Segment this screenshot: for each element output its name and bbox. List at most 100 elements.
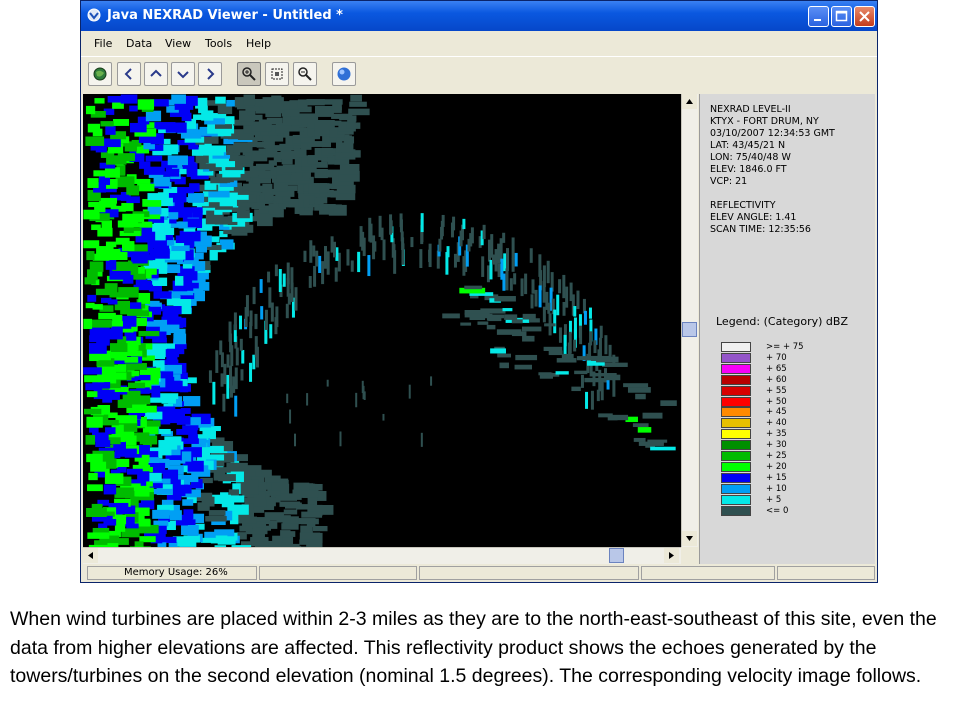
earth-icon	[337, 67, 351, 81]
vertical-scroll-thumb[interactable]	[682, 322, 697, 337]
legend-label: + 45	[766, 407, 787, 418]
legend-title: Legend: (Category) dBZ	[716, 315, 848, 328]
info-line-lat: LAT: 43/45/21 N	[710, 140, 786, 151]
legend-label: >= + 75	[766, 342, 804, 352]
legend-swatch	[721, 407, 751, 418]
status-cell-4	[641, 566, 775, 580]
legend-label: + 5	[766, 494, 782, 505]
arrow-down-icon	[686, 536, 693, 541]
info-line-vcp: VCP: 21	[710, 176, 748, 187]
legend-swatch	[721, 374, 751, 385]
menu-view[interactable]: View	[165, 37, 191, 50]
pan-left-button[interactable]	[117, 62, 141, 86]
globe-button[interactable]	[88, 62, 112, 86]
close-icon	[859, 11, 870, 22]
arrow-right-icon	[669, 552, 674, 559]
zoom-out-button[interactable]	[293, 62, 317, 86]
legend-label: <= 0	[766, 505, 789, 516]
minimize-button[interactable]	[808, 6, 829, 27]
minimize-icon	[814, 19, 821, 21]
legend-label: + 55	[766, 385, 787, 396]
window-title: Java NEXRAD Viewer - Untitled *	[107, 8, 343, 23]
globe-icon	[93, 67, 107, 81]
zoom-in-icon	[242, 67, 256, 81]
info-line-station: KTYX - FORT DRUM, NY	[710, 116, 819, 127]
maximize-button[interactable]	[831, 6, 852, 27]
menu-data[interactable]: Data	[126, 37, 152, 50]
chevron-left-icon	[124, 68, 132, 80]
legend-label: + 50	[766, 396, 787, 407]
legend-swatch	[721, 451, 751, 461]
legend-swatch	[721, 352, 751, 363]
legend-label: + 35	[766, 429, 787, 440]
status-cell-5	[777, 566, 875, 580]
pan-down-button[interactable]	[171, 62, 195, 86]
info-line-elev: ELEV: 1846.0 FT	[710, 164, 787, 175]
legend-swatch	[721, 429, 751, 440]
legend-swatch	[721, 472, 751, 483]
legend-swatch	[721, 505, 751, 516]
legend-label: + 15	[766, 472, 787, 483]
legend-swatch	[721, 342, 751, 352]
status-cell-3	[419, 566, 639, 580]
legend-swatch	[721, 440, 751, 451]
info-line-product: NEXRAD LEVEL-II	[710, 104, 791, 115]
pan-right-button[interactable]	[198, 62, 222, 86]
legend-label: + 25	[766, 451, 787, 461]
scroll-left-button[interactable]	[83, 548, 98, 563]
reflectivity-image	[83, 94, 677, 557]
info-panel: NEXRAD LEVEL-II KTYX - FORT DRUM, NY 03/…	[699, 94, 875, 564]
zoom-box-icon	[271, 68, 283, 80]
legend-label: + 10	[766, 483, 787, 494]
caption-text: When wind turbines are placed within 2-3…	[10, 608, 937, 687]
pan-up-button[interactable]	[144, 62, 168, 86]
info-line-datetime: 03/10/2007 12:34:53 GMT	[710, 128, 835, 139]
legend-swatch	[721, 363, 751, 374]
radar-display[interactable]	[83, 94, 681, 557]
earth-button[interactable]	[332, 62, 356, 86]
title-bar[interactable]: Java NEXRAD Viewer - Untitled *	[81, 1, 877, 31]
legend-swatch	[721, 396, 751, 407]
info-line-lon: LON: 75/40/48 W	[710, 152, 791, 163]
menu-help[interactable]: Help	[246, 37, 271, 50]
zoom-in-button[interactable]	[237, 62, 261, 86]
memory-usage-text: Memory Usage: 26%	[124, 567, 228, 578]
horizontal-scrollbar[interactable]	[83, 547, 681, 564]
legend-swatch	[721, 494, 751, 505]
horizontal-scroll-thumb[interactable]	[609, 548, 624, 563]
zoom-out-icon	[298, 67, 312, 81]
chevron-up-icon	[150, 69, 162, 77]
scroll-right-button[interactable]	[664, 548, 679, 563]
zoom-box-button[interactable]	[265, 62, 289, 86]
legend-label: + 65	[766, 363, 787, 374]
status-cell-2	[259, 566, 417, 580]
legend-label: + 60	[766, 374, 787, 385]
info-line-type: REFLECTIVITY	[710, 200, 776, 211]
status-bar: Memory Usage: 26%	[83, 565, 877, 582]
legend-label: + 40	[766, 418, 787, 429]
legend-swatch	[721, 418, 751, 429]
scroll-down-button[interactable]	[682, 531, 697, 546]
info-line-elev-angle: ELEV ANGLE: 1.41	[710, 212, 797, 223]
app-icon	[87, 8, 101, 22]
arrow-up-icon	[686, 99, 693, 104]
maximize-icon	[835, 10, 848, 22]
vertical-scrollbar[interactable]	[681, 94, 698, 547]
menu-bar: File Data View Tools Help	[81, 31, 877, 53]
memory-usage-cell: Memory Usage: 26%	[87, 566, 257, 580]
close-button[interactable]	[854, 6, 875, 27]
arrow-left-icon	[88, 552, 93, 559]
menu-tools[interactable]: Tools	[205, 37, 232, 50]
chevron-down-icon	[177, 71, 189, 79]
info-line-scan-time: SCAN TIME: 12:35:56	[710, 224, 811, 235]
scroll-up-button[interactable]	[682, 94, 697, 109]
menu-file[interactable]: File	[94, 37, 112, 50]
legend-swatch	[721, 461, 751, 472]
legend-swatch	[721, 385, 751, 396]
legend-label: + 30	[766, 440, 787, 451]
legend-label: + 70	[766, 352, 787, 363]
chevron-right-icon	[207, 68, 215, 80]
legend-label: + 20	[766, 461, 787, 472]
legend-swatch	[721, 483, 751, 494]
application-window: Java NEXRAD Viewer - Untitled * File Dat…	[80, 0, 878, 583]
